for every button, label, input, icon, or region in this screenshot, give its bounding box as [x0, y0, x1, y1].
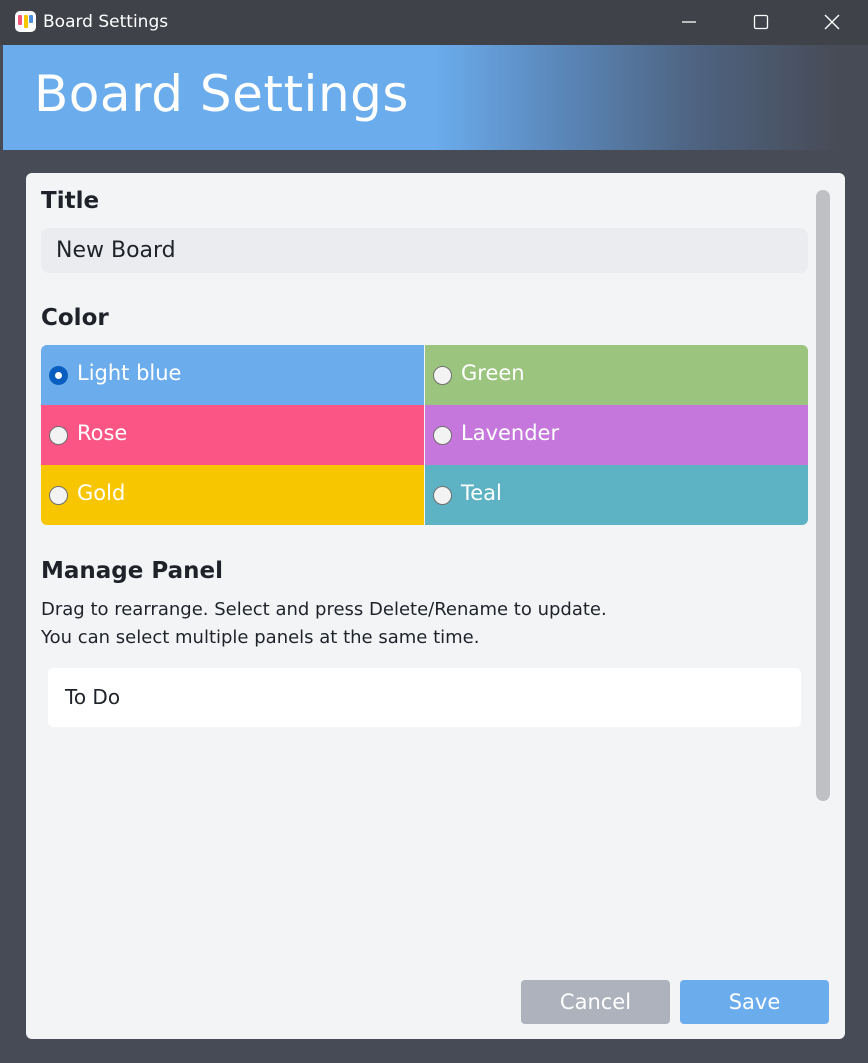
color-option-light-blue[interactable]: Light blue	[41, 345, 424, 405]
color-options: Light blue Green Rose Lavender Gold Teal	[41, 345, 808, 525]
maximize-button[interactable]	[726, 0, 796, 45]
scrollbar[interactable]	[816, 190, 830, 801]
radio-checked-icon[interactable]	[49, 366, 68, 385]
color-option-label: Green	[461, 361, 525, 385]
close-icon	[824, 14, 840, 30]
color-option-label: Rose	[77, 421, 128, 445]
color-option-rose[interactable]: Rose	[41, 405, 424, 465]
radio-icon[interactable]	[433, 426, 452, 445]
radio-icon[interactable]	[49, 426, 68, 445]
color-option-teal[interactable]: Teal	[425, 465, 808, 525]
page-title: Board Settings	[34, 65, 409, 123]
help-text-line1: Drag to rearrange. Select and press Dele…	[41, 599, 607, 620]
minimize-icon	[682, 21, 696, 23]
manage-panel-label: Manage Panel	[41, 558, 223, 584]
color-option-label: Gold	[77, 481, 126, 505]
window-titlebar: Board Settings	[0, 0, 868, 45]
app-icon	[15, 11, 36, 32]
color-option-green[interactable]: Green	[425, 345, 808, 405]
radio-icon[interactable]	[433, 366, 452, 385]
radio-icon[interactable]	[49, 486, 68, 505]
color-option-label: Lavender	[461, 421, 560, 445]
panel-list[interactable]: To Do	[48, 668, 801, 727]
minimize-button[interactable]	[654, 0, 724, 45]
color-label: Color	[41, 305, 109, 331]
window-title: Board Settings	[43, 12, 169, 32]
header-banner: Board Settings	[3, 45, 865, 150]
title-input[interactable]	[41, 228, 808, 273]
settings-card: Title Color Light blue Green Rose Lavend…	[26, 173, 845, 1039]
color-option-gold[interactable]: Gold	[41, 465, 424, 525]
color-option-lavender[interactable]: Lavender	[425, 405, 808, 465]
title-label: Title	[41, 188, 100, 214]
panel-list-item[interactable]: To Do	[65, 685, 120, 709]
maximize-icon	[753, 14, 769, 30]
radio-icon[interactable]	[433, 486, 452, 505]
color-option-label: Teal	[461, 481, 502, 505]
cancel-button[interactable]: Cancel	[521, 980, 670, 1024]
close-button[interactable]	[797, 0, 867, 45]
help-text-line2: You can select multiple panels at the sa…	[41, 627, 480, 648]
save-button[interactable]: Save	[680, 980, 829, 1024]
color-option-label: Light blue	[77, 361, 182, 385]
